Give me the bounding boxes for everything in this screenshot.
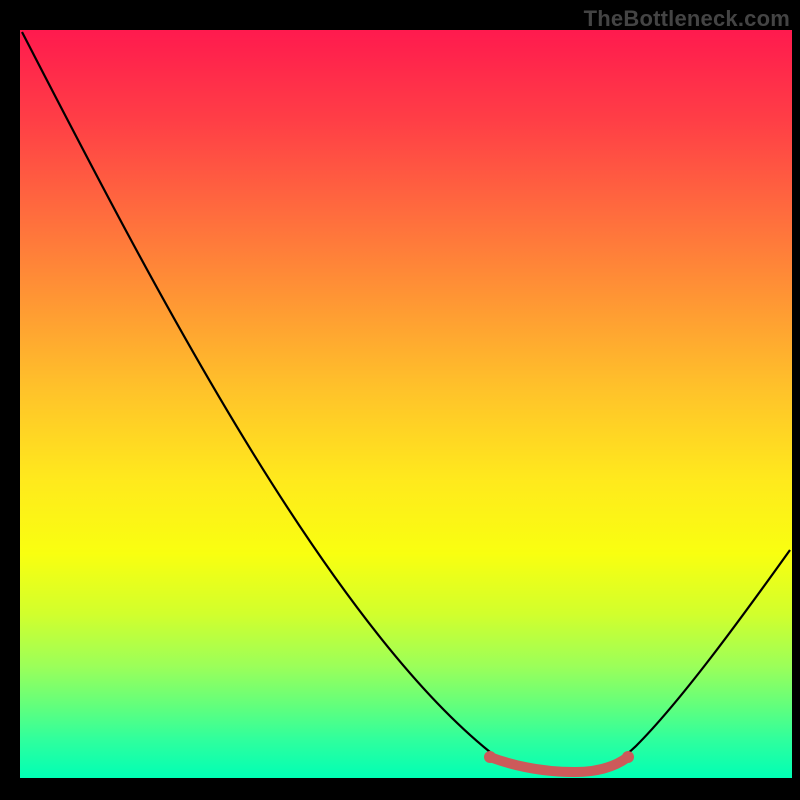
chart-root: TheBottleneck.com [0,0,800,800]
plot-area [20,30,792,798]
watermark-label: TheBottleneck.com [584,6,790,32]
heat-gradient [20,30,792,778]
